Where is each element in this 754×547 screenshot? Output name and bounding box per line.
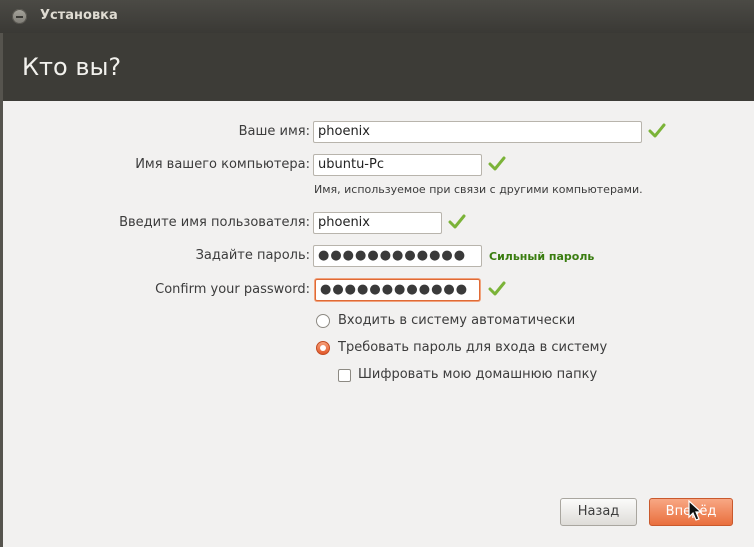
username-label: Введите имя пользователя: [119,215,310,230]
auto-login-radio[interactable] [316,314,330,328]
check-icon [488,281,506,296]
computer-name-label: Имя вашего компьютера: [135,157,310,172]
form-panel: Ваше имя: phoenix Имя вашего компьютера:… [3,101,754,547]
page-header: Кто вы? [0,33,754,101]
name-field[interactable]: phoenix [313,121,642,143]
computer-name-field[interactable]: ubuntu-Pc [313,154,482,176]
mouse-cursor-icon [688,500,702,521]
back-button[interactable]: Назад [560,498,637,526]
encrypt-home-checkbox[interactable] [338,369,351,382]
confirm-password-label: Confirm your password: [155,282,310,297]
close-icon[interactable] [12,9,27,24]
check-icon [488,156,506,171]
encrypt-home-label[interactable]: Шифровать мою домашнюю папку [358,367,597,382]
password-strength: Сильный пароль [489,250,595,263]
window-title: Установка [40,8,118,23]
username-field[interactable]: phoenix [313,212,442,234]
require-password-radio[interactable] [316,341,330,355]
check-icon [648,123,666,138]
auto-login-label[interactable]: Входить в систему автоматически [338,313,575,328]
window-titlebar: Установка [0,0,754,33]
require-password-label[interactable]: Требовать пароль для входа в систему [338,340,607,355]
password-label: Задайте пароль: [195,248,310,263]
page-title: Кто вы? [22,53,122,81]
name-label: Ваше имя: [238,124,310,139]
computer-name-hint: Имя, используемое при связи с другими ко… [314,183,643,196]
confirm-password-field[interactable]: ●●●●●●●●●●●● [315,279,480,301]
password-field[interactable]: ●●●●●●●●●●●● [313,245,482,267]
check-icon [448,214,466,229]
